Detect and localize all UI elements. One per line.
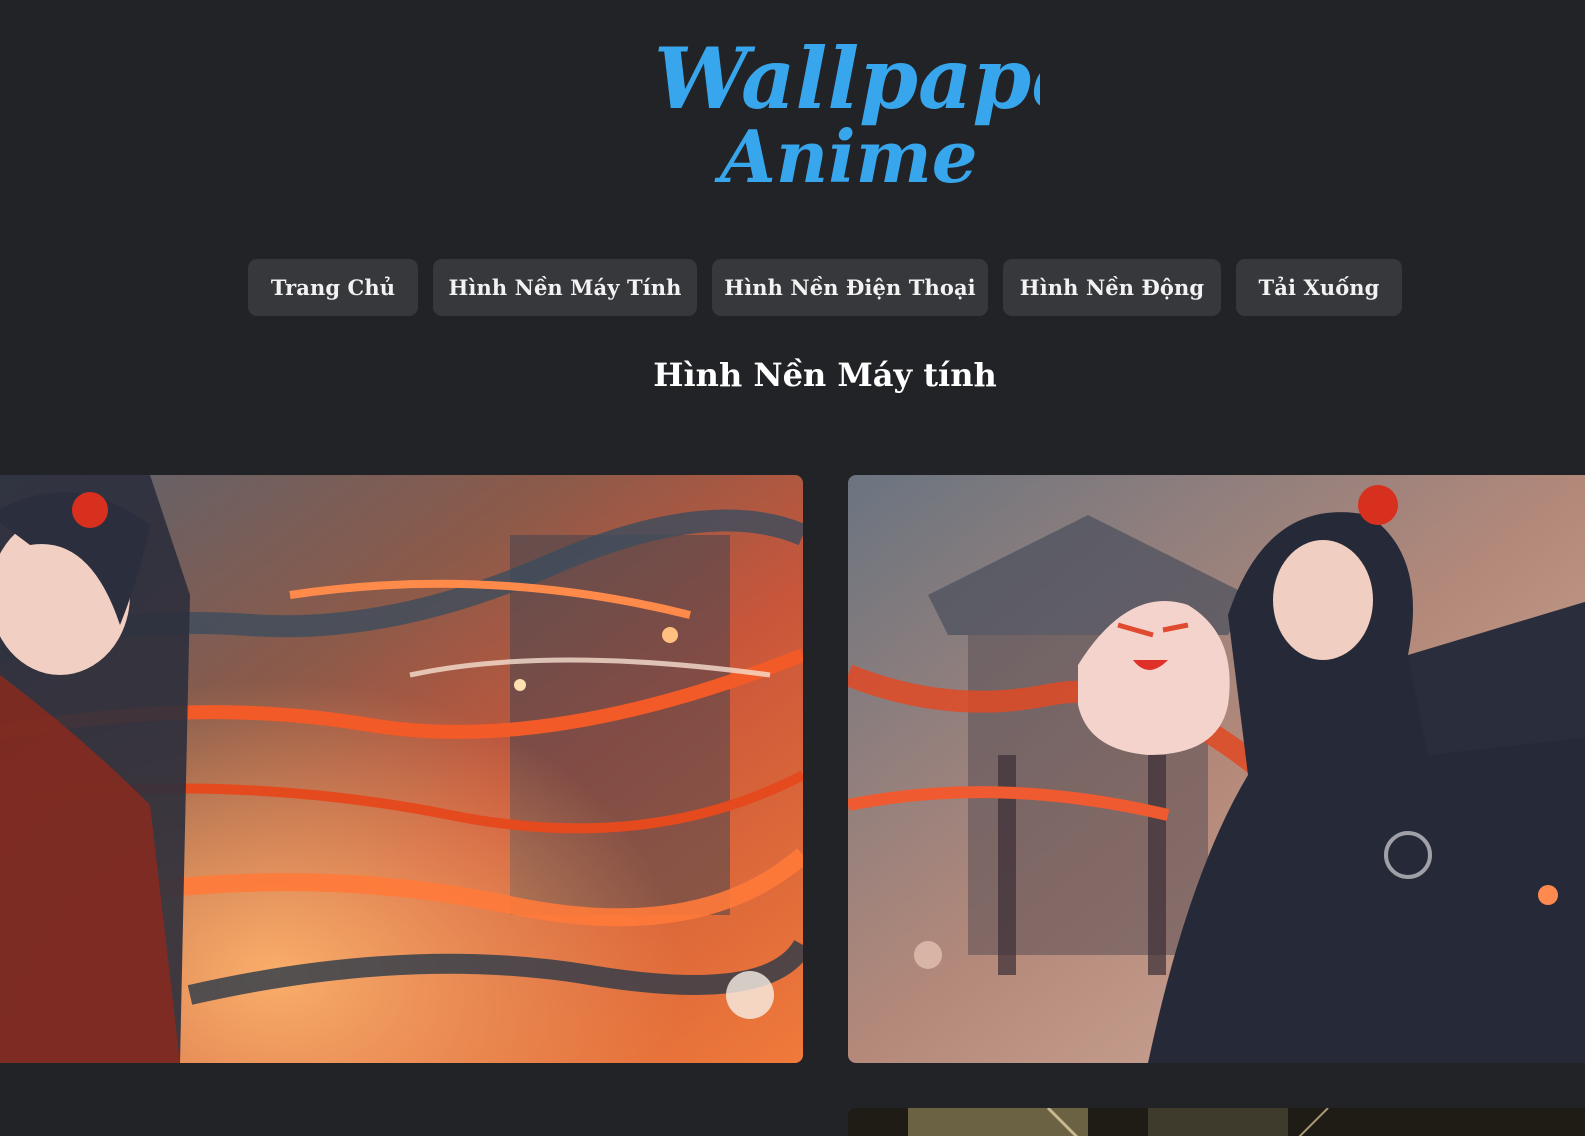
nav-trang-chu[interactable]: Trang Chủ <box>248 259 418 316</box>
logo-line-2: Anime <box>714 114 978 199</box>
nav-hinh-nen-dien-thoai[interactable]: Hình Nền Điện Thoại <box>712 259 988 316</box>
wallpaper-image <box>0 475 803 1063</box>
wallpaper-image <box>848 475 1585 1063</box>
wallpaper-card[interactable] <box>0 475 803 1063</box>
section-title: Hình Nền Máy tính <box>653 356 997 394</box>
main-nav: Trang Chủ Hình Nền Máy Tính Hình Nền Điệ… <box>0 259 1585 317</box>
page: Wallpaper Anime Trang Chủ Hình Nền Máy T… <box>0 0 1585 1136</box>
wallpaper-card[interactable] <box>848 475 1585 1063</box>
wallpaper-image <box>848 1108 1585 1136</box>
wallpaper-card[interactable] <box>848 1108 1585 1136</box>
nav-hinh-nen-dong[interactable]: Hình Nền Động <box>1003 259 1221 316</box>
site-logo[interactable]: Wallpaper Anime <box>640 22 1040 207</box>
nav-tai-xuong[interactable]: Tải Xuống <box>1236 259 1402 316</box>
nav-hinh-nen-may-tinh[interactable]: Hình Nền Máy Tính <box>433 259 697 316</box>
